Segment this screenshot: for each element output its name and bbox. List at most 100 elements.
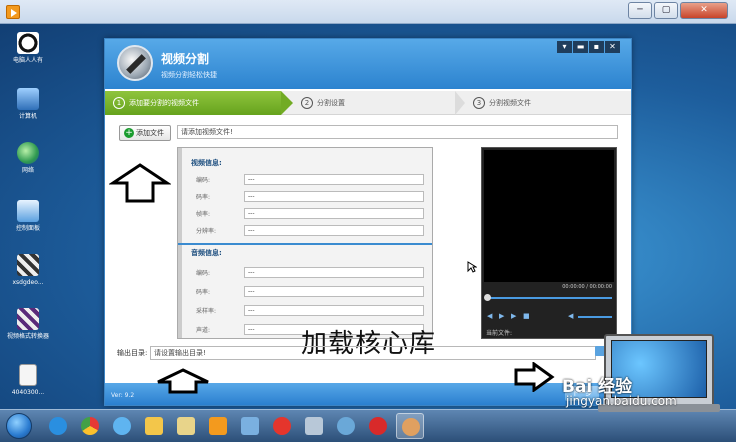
taskbar <box>0 409 736 442</box>
cloud-icon <box>113 417 131 435</box>
app-minimize-button[interactable]: ▬ <box>573 41 588 53</box>
taskbar-p-app[interactable] <box>268 413 296 439</box>
taskbar-cloud[interactable] <box>108 413 136 439</box>
control-panel-icon <box>17 200 39 222</box>
info-value: --- <box>244 191 424 202</box>
taskbar-tool[interactable] <box>300 413 328 439</box>
desktop-icon-control-panel[interactable]: 控制面板 <box>6 200 50 232</box>
step-number: 3 <box>473 97 485 109</box>
desktop-icon-document[interactable]: 4040300... <box>6 364 50 396</box>
start-button[interactable] <box>6 413 32 439</box>
next-icon[interactable]: ▶ <box>511 312 516 320</box>
step-label: 分割设置 <box>317 99 345 107</box>
video-split-window: 视频分割 视频分割轻松快捷 ▾ ▬ ▪ ✕ 1 添加要分割的视频文件 2 分割设置 … <box>104 38 632 406</box>
special-icon <box>369 417 387 435</box>
right-arrow-annotation-icon <box>514 362 555 392</box>
add-file-label: 添加文件 <box>136 129 164 137</box>
video-info-row: 码率: --- <box>196 191 428 203</box>
info-value: --- <box>244 208 424 219</box>
desktop-icon-video-1[interactable]: xsdgdeo... <box>6 254 50 286</box>
document-icon <box>19 364 37 386</box>
plus-icon: + <box>124 128 134 138</box>
info-label: 采样率: <box>196 308 217 315</box>
desktop-icon-panda[interactable]: 电脑人人有 <box>6 32 50 64</box>
info-value: --- <box>244 267 424 278</box>
step-label: 添加要分割的视频文件 <box>129 99 199 107</box>
info-value: --- <box>244 174 424 185</box>
info-value: --- <box>244 305 424 316</box>
taskbar-player[interactable] <box>204 413 232 439</box>
app-close-button[interactable]: ✕ <box>605 41 620 53</box>
folder-icon <box>145 417 163 435</box>
file-path-field[interactable]: 请添加视频文件! <box>177 125 618 139</box>
step-number: 2 <box>301 97 313 109</box>
app-logo-icon <box>117 45 153 81</box>
player-icon <box>209 417 227 435</box>
up-arrow-annotation-icon <box>109 163 171 203</box>
desktop-icon-label: 4040300... <box>11 389 45 396</box>
info-label: 编码: <box>196 177 211 184</box>
audio-info-row: 采样率: --- <box>196 305 428 317</box>
outer-close-button[interactable]: ✕ <box>680 2 728 19</box>
app-menu-button[interactable]: ▾ <box>557 41 572 53</box>
step-bar: 1 添加要分割的视频文件 2 分割设置 3 分割视频文件 <box>105 91 631 115</box>
play-icon[interactable]: ▶ <box>499 312 504 320</box>
info-label: 帧率: <box>196 211 211 218</box>
mouse-cursor-icon <box>467 261 477 273</box>
network-globe-icon <box>17 142 39 164</box>
seek-bar[interactable] <box>486 297 612 299</box>
volume-slider[interactable] <box>578 316 612 318</box>
player-time: 00:00:00 / 00:00:00 <box>562 284 612 290</box>
audio-info-row: 编码: --- <box>196 267 428 279</box>
film-icon <box>337 417 355 435</box>
clapper-icon <box>17 254 39 276</box>
taskbar-special[interactable] <box>364 413 392 439</box>
stop-icon[interactable]: ■ <box>523 312 530 320</box>
video-info-row: 分辨率: --- <box>196 225 428 237</box>
info-label: 码率: <box>196 194 211 201</box>
outer-maximize-button[interactable]: ▢ <box>654 2 678 19</box>
taskbar-monitor[interactable] <box>236 413 264 439</box>
desktop-icon-computer[interactable]: 计算机 <box>6 88 50 120</box>
taskbar-ie[interactable] <box>44 413 72 439</box>
current-file-label: 当前文件: <box>486 330 513 337</box>
desktop-icon-label: 电脑人人有 <box>12 57 43 64</box>
desktop-icon-label: 网络 <box>21 167 34 174</box>
desktop-icon-video-2[interactable]: 视频格式转换器 <box>6 308 50 340</box>
video-info-row: 帧率: --- <box>196 208 428 220</box>
step-separator <box>455 91 465 115</box>
app-header: 视频分割 视频分割轻松快捷 ▾ ▬ ▪ ✕ <box>105 39 631 89</box>
audio-info-row: 码率: --- <box>196 286 428 298</box>
desktop-icon-label: 控制面板 <box>15 225 40 232</box>
step-2: 2 分割设置 <box>293 91 345 115</box>
media-info-panel: 视频信息: 编码: --- 码率: --- 帧率: --- 分辨率: --- 音… <box>177 147 433 339</box>
p-app-icon <box>273 417 291 435</box>
video-screen <box>484 150 614 282</box>
video-info-row: 编码: --- <box>196 174 428 186</box>
taskbar-explorer[interactable] <box>172 413 200 439</box>
desktop-icon-network[interactable]: 网络 <box>6 142 50 174</box>
ie-icon <box>49 417 67 435</box>
taskbar-folder[interactable] <box>140 413 168 439</box>
taskbar-chrome[interactable] <box>76 413 104 439</box>
taskbar-film[interactable] <box>332 413 360 439</box>
video-info-heading: 视频信息: <box>191 159 222 167</box>
taskbar-video-split[interactable] <box>396 413 424 439</box>
outer-minimize-button[interactable]: ─ <box>628 2 652 19</box>
output-dir-label: 输出目录: <box>117 349 148 357</box>
info-label: 分辨率: <box>196 228 217 235</box>
chrome-icon <box>81 417 99 435</box>
explorer-icon <box>177 417 195 435</box>
add-file-button[interactable]: + 添加文件 <box>119 125 171 141</box>
seek-handle[interactable] <box>484 294 491 301</box>
video-preview-player: 00:00:00 / 00:00:00 ◀ ▶ ▶ ■ ◀ 当前文件: <box>481 147 617 339</box>
app-maximize-button[interactable]: ▪ <box>589 41 604 53</box>
video-split-icon <box>402 418 420 436</box>
volume-icon[interactable]: ◀ <box>568 312 573 320</box>
tool-icon <box>305 417 323 435</box>
prev-icon[interactable]: ◀ <box>487 312 492 320</box>
step-number: 1 <box>113 97 125 109</box>
info-value: --- <box>244 225 424 236</box>
output-dir-field[interactable]: 请设置输出目录! <box>150 346 596 360</box>
desktop-icon-label: 视频格式转换器 <box>6 333 49 340</box>
